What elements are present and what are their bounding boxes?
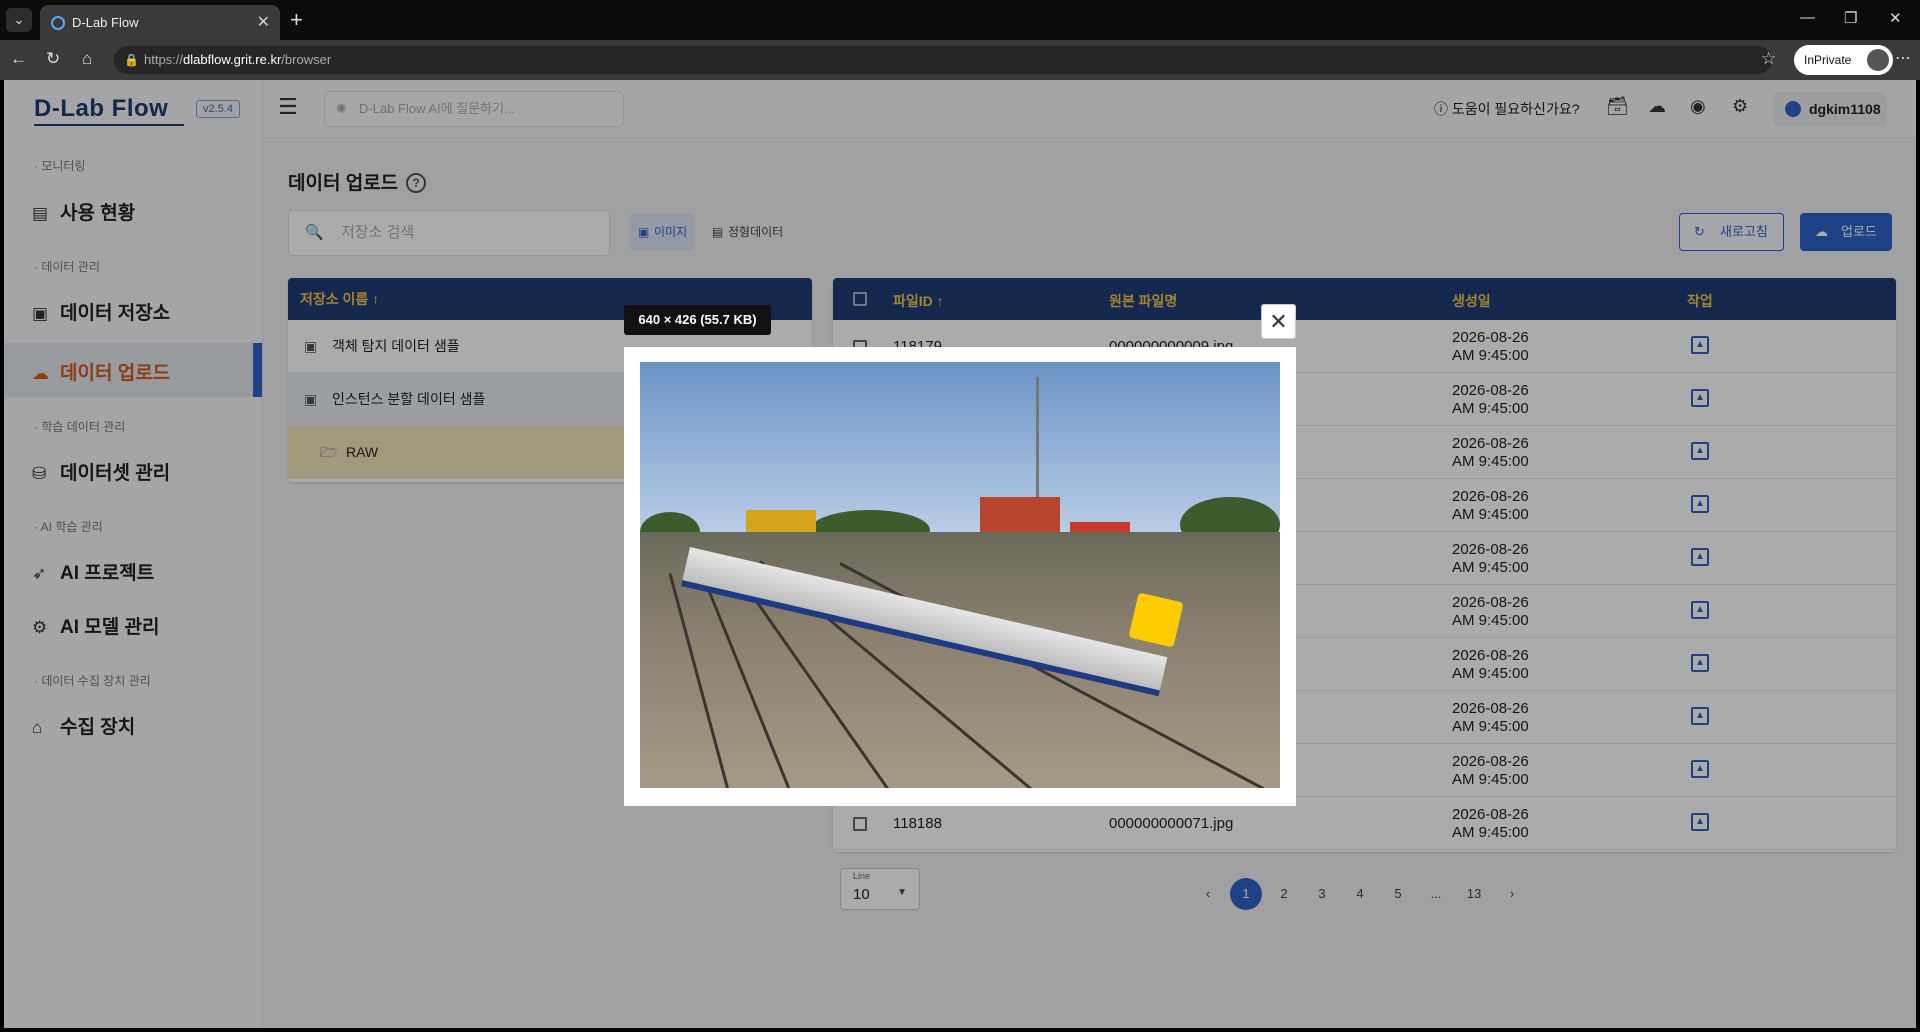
- browser-tab-strip: ⌄ D-Lab Flow ✕ + — ❐ ✕: [0, 0, 1920, 40]
- home-icon[interactable]: ⌂: [82, 49, 92, 69]
- minimize-icon[interactable]: —: [1800, 9, 1815, 26]
- image-preview-modal: [624, 347, 1296, 806]
- new-tab-button[interactable]: +: [290, 7, 303, 33]
- more-menu-icon[interactable]: ⋯: [1895, 48, 1911, 68]
- close-tab-icon[interactable]: ✕: [257, 12, 270, 32]
- profile-avatar: [1867, 49, 1889, 71]
- close-preview-button[interactable]: ✕: [1261, 304, 1296, 339]
- url-prefix: https://: [144, 52, 184, 67]
- url-field[interactable]: 🔒 https://dlabflow.grit.re.kr/browser: [114, 46, 1772, 74]
- preview-image: [640, 362, 1280, 788]
- photo-sky: [640, 362, 1280, 532]
- restore-icon[interactable]: ❐: [1844, 9, 1857, 27]
- close-window-icon[interactable]: ✕: [1889, 9, 1902, 27]
- browser-tab[interactable]: D-Lab Flow ✕: [40, 5, 280, 40]
- tab-title: D-Lab Flow: [72, 15, 139, 30]
- address-bar: ← ↻ ⌂ 🔒 https://dlabflow.grit.re.kr/brow…: [0, 40, 1920, 80]
- favorite-star-icon[interactable]: ☆: [1761, 49, 1776, 69]
- back-icon[interactable]: ←: [10, 49, 27, 69]
- url-domain: dlabflow.grit.re.kr: [183, 52, 282, 67]
- reload-icon[interactable]: ↻: [46, 49, 60, 69]
- inprivate-label: InPrivate: [1804, 53, 1852, 67]
- inprivate-badge[interactable]: InPrivate: [1794, 45, 1893, 75]
- lock-icon: 🔒: [124, 53, 139, 67]
- tab-actions-button[interactable]: ⌄: [6, 8, 32, 32]
- favicon-icon: [51, 16, 65, 30]
- image-dimensions-badge: 640 × 426 (55.7 KB): [624, 305, 771, 335]
- url-path: /browser: [281, 52, 332, 67]
